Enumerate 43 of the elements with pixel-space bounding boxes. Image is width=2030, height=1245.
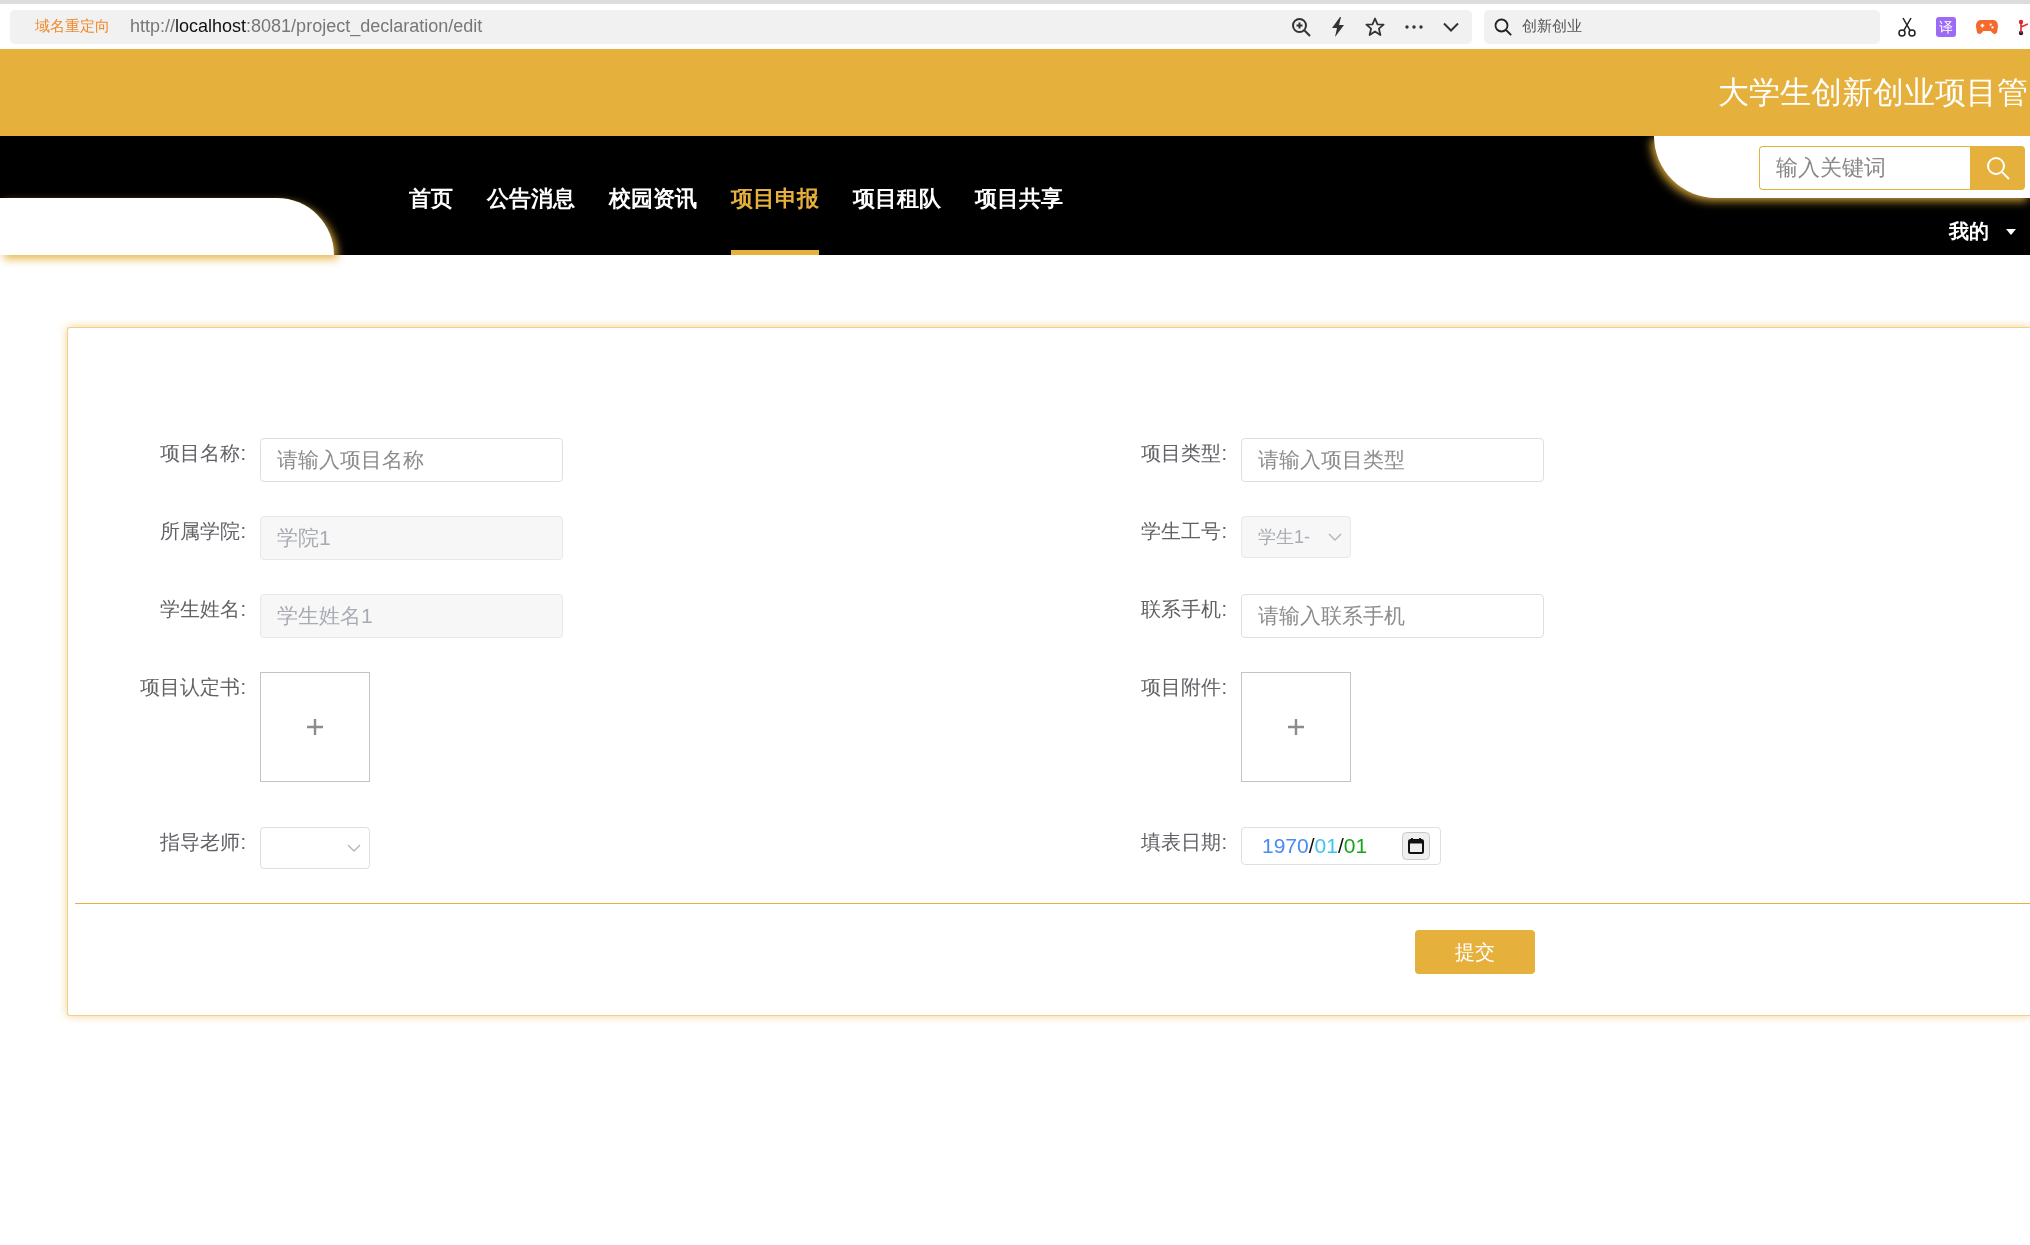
field-label: 所属学院: xyxy=(159,519,246,544)
search-icon xyxy=(1494,17,1512,36)
scissors-icon[interactable] xyxy=(1898,16,1916,37)
star-icon[interactable] xyxy=(1365,16,1385,37)
input-field[interactable]: 请输入项目类型 xyxy=(1241,438,1544,482)
field-label: 项目附件: xyxy=(1140,675,1227,700)
chevron-down-icon[interactable] xyxy=(1443,21,1459,32)
search-icon xyxy=(1985,156,2010,180)
input-field[interactable]: 请输入项目名称 xyxy=(260,438,563,482)
url-text: http://localhost:8081/project_declaration/edit xyxy=(130,16,483,37)
plus-icon xyxy=(306,718,324,736)
date-field[interactable]: 1970/01/01 xyxy=(1241,827,1441,865)
zoom-in-icon[interactable] xyxy=(1291,16,1311,37)
field-label: 联系手机: xyxy=(1140,597,1227,622)
caret-icon xyxy=(2006,228,2016,235)
field-label: 项目认定书: xyxy=(139,675,246,700)
translate-extension-button[interactable]: 译 xyxy=(1936,16,1956,37)
address-bar[interactable]: 域名重定向 http://localhost:8081/project_declaration/edit xyxy=(10,9,1472,44)
input-field[interactable]: 请输入联系手机 xyxy=(1241,594,1544,638)
user-menu[interactable]: 我的 xyxy=(1949,218,2016,245)
field-label: 学生姓名: xyxy=(159,597,246,622)
lightning-icon[interactable] xyxy=(1331,16,1345,37)
field-label: 项目名称: xyxy=(159,441,246,466)
chevron-icon xyxy=(1328,533,1342,541)
select-field[interactable] xyxy=(260,827,370,869)
nav-link[interactable]: 校园资讯 xyxy=(609,136,697,255)
nav-link[interactable]: 项目共享 xyxy=(975,136,1063,255)
nav-link[interactable]: 首页 xyxy=(409,136,453,255)
nav-link[interactable]: 公告消息 xyxy=(487,136,575,255)
plus-icon xyxy=(1287,718,1305,736)
nav-link[interactable]: 项目租队 xyxy=(853,136,941,255)
search-field[interactable]: 输入关键词 xyxy=(1759,146,1970,190)
field-label: 项目类型: xyxy=(1140,441,1227,466)
field-label: 指导老师: xyxy=(159,830,246,855)
game-controller-icon[interactable] xyxy=(1976,18,1998,35)
site-title: 大学生创新创业项目管 xyxy=(1718,73,2028,112)
field-label: 学生工号: xyxy=(1140,519,1227,544)
nav-link[interactable]: 项目申报 xyxy=(731,136,819,255)
chevron-icon xyxy=(347,844,361,852)
more-icon[interactable] xyxy=(1405,24,1423,29)
calendar-icon[interactable] xyxy=(1402,832,1430,860)
browser-search-field[interactable]: 创新创业 xyxy=(1484,9,1880,44)
field-label: 填表日期: xyxy=(1140,830,1227,855)
